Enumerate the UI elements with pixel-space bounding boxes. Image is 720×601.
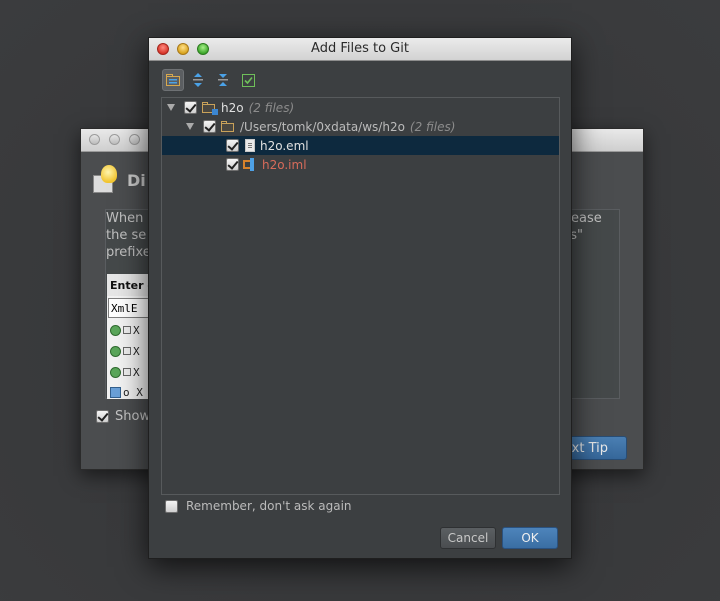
lock-icon — [123, 368, 131, 376]
lightbulb-icon — [91, 165, 121, 195]
tree-root-row[interactable]: h2o (2 files) — [162, 98, 559, 117]
dialog-title: Add Files to Git — [311, 41, 409, 56]
tip-text-line: ease — [571, 211, 602, 226]
ok-button[interactable]: OK — [502, 527, 558, 549]
module-folder-icon — [202, 102, 218, 115]
tip-dialog-title: Di — [127, 170, 146, 190]
group-by-directory-button[interactable] — [162, 69, 184, 91]
folder-checkbox[interactable] — [203, 120, 216, 133]
show-tips-option[interactable]: Show — [96, 409, 150, 424]
tree-file-row[interactable]: h2o.iml — [162, 155, 559, 174]
class-icon — [110, 345, 121, 357]
expand-all-icon — [193, 73, 203, 87]
select-all-button[interactable] — [237, 69, 259, 91]
list-item-label: o X — [123, 385, 143, 399]
file-checkbox[interactable] — [226, 158, 239, 171]
minimize-icon[interactable] — [109, 134, 120, 145]
cancel-button[interactable]: Cancel — [440, 527, 496, 549]
show-tips-label: Show — [115, 409, 151, 424]
tip-text-line: prefixe — [106, 245, 151, 260]
remember-label: Remember, don't ask again — [186, 499, 352, 513]
file-name: h2o.eml — [260, 138, 309, 153]
module-file-icon — [243, 158, 257, 171]
file-name: h2o.iml — [262, 157, 307, 172]
list-item-label: X — [133, 365, 140, 379]
add-files-to-git-dialog: Add Files to Git h2o (2 files) /Users/to… — [148, 37, 572, 559]
dialog-titlebar: Add Files to Git — [149, 38, 571, 61]
tip-text-line: the se — [106, 228, 147, 243]
root-checkbox[interactable] — [184, 101, 197, 114]
folder-path-label: /Users/tomk/0xdata/ws/h2o — [240, 119, 405, 134]
zoom-icon[interactable] — [129, 134, 140, 145]
remember-option[interactable]: Remember, don't ask again — [165, 499, 352, 513]
tip-dialog-header: Di — [91, 165, 146, 195]
expand-triangle-icon[interactable] — [167, 104, 175, 111]
tree-toolbar — [162, 69, 259, 91]
expand-triangle-icon[interactable] — [186, 123, 194, 130]
remember-checkbox[interactable] — [165, 499, 178, 513]
group-by-directory-icon — [166, 74, 180, 86]
select-all-icon — [241, 73, 255, 87]
tree-folder-row[interactable]: /Users/tomk/0xdata/ws/h2o (2 files) — [162, 117, 559, 136]
tip-text-line: When — [106, 211, 144, 226]
collapse-all-icon — [218, 74, 228, 86]
file-icon — [110, 386, 121, 398]
list-item-label: X — [133, 344, 140, 358]
root-file-count: (2 files) — [248, 100, 295, 115]
show-tips-checkbox[interactable] — [96, 410, 109, 423]
changes-tree: h2o (2 files) /Users/tomk/0xdata/ws/h2o … — [161, 97, 560, 495]
class-icon — [110, 324, 121, 336]
tree-file-row[interactable]: h2o.eml — [162, 136, 559, 155]
text-file-icon — [245, 139, 255, 152]
expand-all-button[interactable] — [187, 69, 209, 91]
lock-icon — [123, 326, 131, 334]
collapse-all-button[interactable] — [212, 69, 234, 91]
file-checkbox[interactable] — [226, 139, 239, 152]
class-icon — [110, 366, 121, 378]
close-icon[interactable] — [89, 134, 100, 145]
folder-icon — [221, 121, 235, 132]
list-item-label: X — [133, 323, 140, 337]
folder-file-count: (2 files) — [409, 119, 456, 134]
lock-icon — [123, 347, 131, 355]
root-label: h2o — [221, 100, 244, 115]
